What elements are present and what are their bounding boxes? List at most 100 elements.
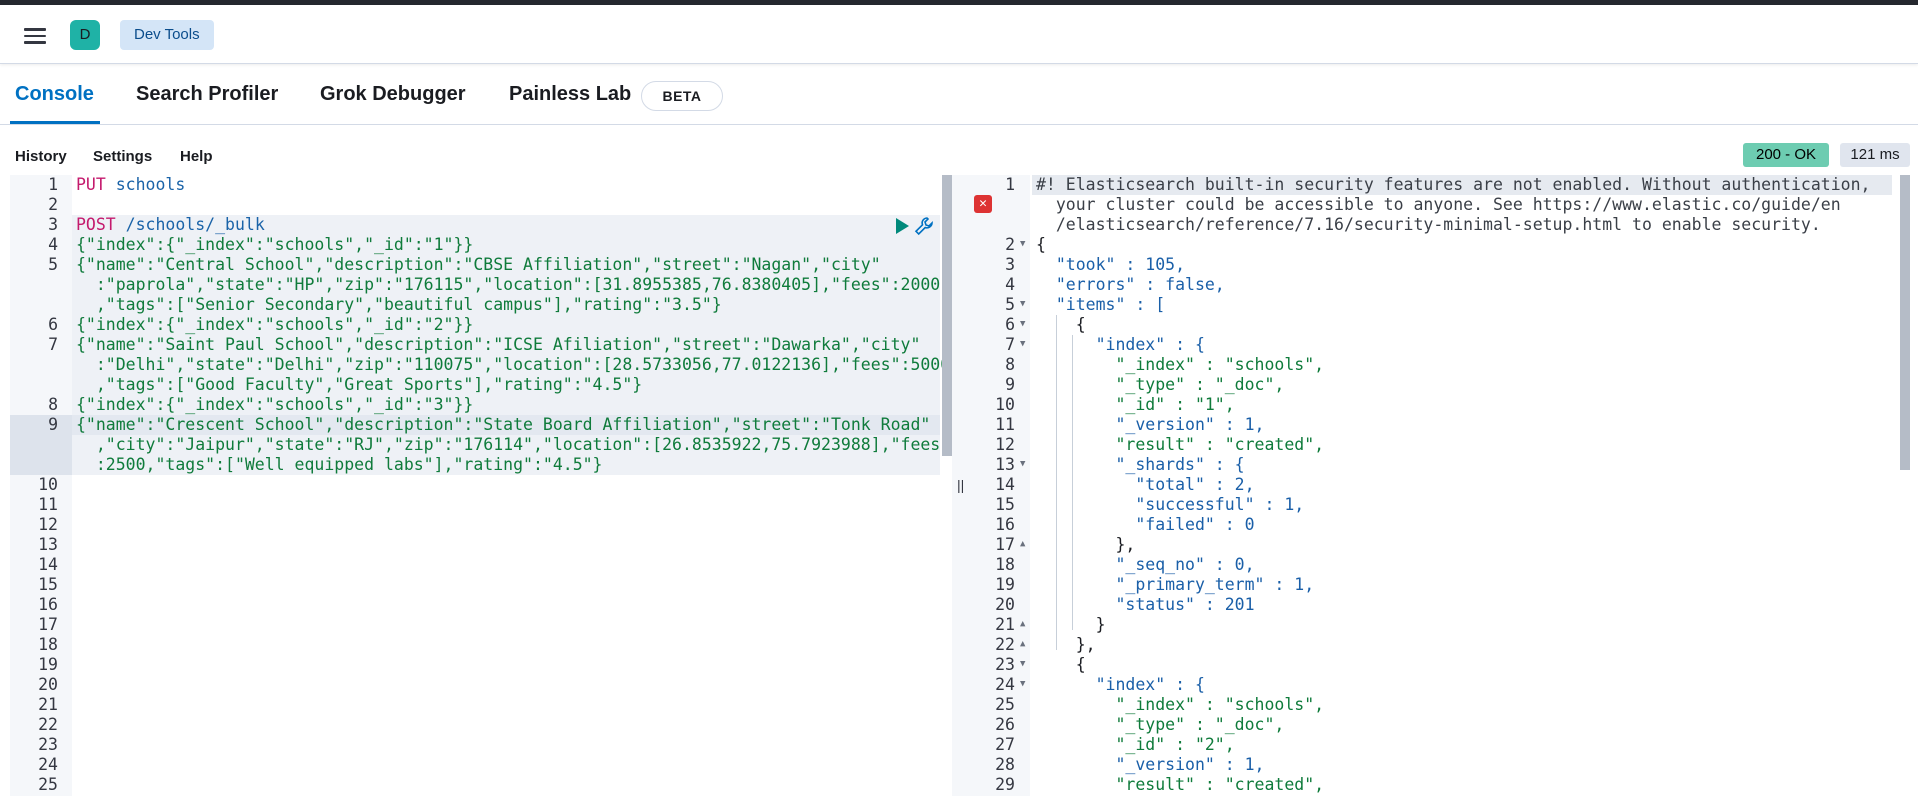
line-number: 19 [995,575,1015,594]
response-line: }, [1036,635,1096,654]
response-line: "_version" : 1, [1036,755,1265,774]
line-number: 1 [1005,175,1015,194]
line-number: 7 [48,335,58,354]
response-line: "failed" : 0 [1036,515,1255,534]
fold-toggle-icon[interactable]: ▼ [1020,659,1025,669]
line-number: 12 [38,515,58,534]
history-link[interactable]: History [15,148,67,165]
response-line: "took" : 105, [1036,255,1186,274]
line-number: 3 [48,215,58,234]
line-number: 22 [38,715,58,734]
status-badge: 200 - OK [1743,143,1829,167]
tab-grok-debugger[interactable]: Grok Debugger [320,83,466,106]
response-line: "_seq_no" : 0, [1036,555,1255,574]
line-number: 8 [1005,355,1015,374]
editor-scrollbar[interactable] [942,175,952,456]
response-line: "status" : 201 [1036,595,1255,614]
response-line: { [1036,655,1086,674]
menu-hamburger-icon[interactable] [22,25,48,47]
response-line: "index" : { [1036,335,1205,354]
code-line: {"index":{"_index":"schools","_id":"2"}} [76,315,474,334]
fold-toggle-icon[interactable]: ▼ [1020,299,1025,309]
space-avatar[interactable]: D [70,20,100,50]
line-number: 10 [38,475,58,494]
request-url: /schools/_bulk [115,215,265,234]
line-number: 6 [48,315,58,334]
response-line: "_id" : "1", [1036,395,1235,414]
fold-toggle-icon[interactable]: ▲ [1020,639,1025,649]
line-number: 28 [995,755,1015,774]
error-icon[interactable]: ✕ [974,195,992,213]
line-number: 20 [995,595,1015,614]
line-number: 8 [48,395,58,414]
tab-painless-lab[interactable]: Painless Lab [509,83,631,106]
code-line-wrap: ,"tags":["Senior Secondary","beautiful c… [76,295,722,314]
line-number: 10 [995,395,1015,414]
line-number: 22 [995,635,1015,654]
response-line: "result" : "created", [1036,435,1325,454]
output-scrollbar[interactable] [1900,175,1910,470]
line-number: 17 [38,615,58,634]
active-tab-indicator [10,121,100,124]
response-line: "index" : { [1036,675,1205,694]
pane-resizer[interactable]: || [952,175,970,796]
code-line-wrap: ,"city":"Jaipur","state":"RJ","zip":"176… [76,435,951,454]
request-editor[interactable]: 1 2 3 4 5 6 7 8 9 10 11 12 13 14 15 16 1… [10,175,952,796]
request-time-badge: 121 ms [1840,143,1910,167]
response-line: "_id" : "2", [1036,735,1235,754]
line-number: 26 [995,715,1015,734]
response-line: "_type" : "_doc", [1036,715,1285,734]
line-number: 15 [995,495,1015,514]
line-number: 9 [1005,375,1015,394]
wrench-icon[interactable] [914,216,934,236]
code-line-wrap: :"Delhi","state":"Delhi","zip":"110075",… [76,355,951,374]
line-number: 5 [48,255,58,274]
http-method: PUT [76,175,106,194]
response-line: } [1036,615,1106,634]
line-number: 23 [995,655,1015,674]
response-output: ✕ 1 2 3 4 5 6 7 8 9 10 11 12 13 14 15 16… [970,175,1918,796]
tab-console[interactable]: Console [15,83,94,106]
response-line: "_index" : "schools", [1036,355,1325,374]
line-number: 24 [995,675,1015,694]
fold-toggle-icon[interactable]: ▲ [1020,539,1025,549]
line-number: 21 [995,615,1015,634]
response-line: "_type" : "_doc", [1036,375,1285,394]
fold-toggle-icon[interactable]: ▼ [1020,239,1025,249]
response-line: { [1036,235,1046,254]
help-link[interactable]: Help [180,148,213,165]
response-line: "_index" : "schools", [1036,695,1325,714]
code-line-wrap: :2500,"tags":["Well equipped labs"],"rat… [76,455,603,474]
line-number: 2 [1005,235,1015,254]
line-number: 13 [38,535,58,554]
code-line: POST /schools/_bulk [76,215,265,234]
line-number: 14 [995,475,1015,494]
response-line: "_primary_term" : 1, [1036,575,1315,594]
response-line: "_shards" : { [1036,455,1245,474]
http-method: POST [76,215,116,234]
response-line: "items" : [ [1036,295,1166,314]
line-number: 3 [1005,255,1015,274]
line-number: 14 [38,555,58,574]
beta-badge: BETA [641,81,723,111]
fold-toggle-icon[interactable]: ▼ [1020,319,1025,329]
fold-toggle-icon[interactable]: ▼ [1020,679,1025,689]
line-number: 25 [995,695,1015,714]
fold-toggle-icon[interactable]: ▲ [1020,619,1025,629]
app-header: D Dev Tools [0,5,1918,64]
response-line: { [1036,315,1086,334]
tab-search-profiler[interactable]: Search Profiler [136,83,278,106]
settings-link[interactable]: Settings [93,148,152,165]
line-number: 2 [48,195,58,214]
fold-toggle-icon[interactable]: ▼ [1020,459,1025,469]
play-icon[interactable] [893,217,911,235]
security-warning-line: your cluster could be accessible to anyo… [1036,195,1841,214]
line-number: 6 [1005,315,1015,334]
line-number: 5 [1005,295,1015,314]
fold-toggle-icon[interactable]: ▼ [1020,339,1025,349]
line-number: 20 [38,675,58,694]
response-line: }, [1036,535,1136,554]
breadcrumb-dev-tools[interactable]: Dev Tools [120,20,214,50]
line-number: 7 [1005,335,1015,354]
request-url: schools [105,175,186,194]
